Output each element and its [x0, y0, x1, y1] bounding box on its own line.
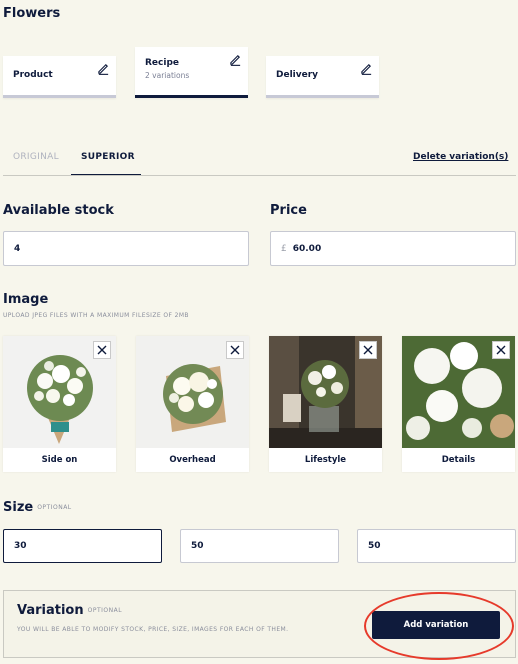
stock-value: 4 [14, 243, 21, 254]
stock-input[interactable]: 4 [3, 231, 249, 266]
remove-image-button[interactable] [359, 341, 377, 359]
close-icon [97, 345, 107, 355]
image-card: Details [402, 336, 515, 472]
size-label-text: Size [3, 500, 34, 515]
size-value: 50 [368, 541, 381, 551]
pencil-icon[interactable] [97, 62, 110, 75]
stock-label: Available stock [3, 203, 114, 218]
pencil-icon[interactable] [229, 53, 242, 66]
size-value: 30 [14, 541, 27, 551]
optional-tag: OPTIONAL [87, 607, 123, 614]
price-value: 60.00 [292, 243, 322, 254]
image-card: Overhead [136, 336, 249, 472]
image-card: Side on [3, 336, 116, 472]
image-caption: Lifestyle [304, 455, 347, 465]
image-caption: Details [441, 455, 476, 465]
size-input[interactable]: 50 [357, 529, 516, 563]
remove-image-button[interactable] [492, 341, 510, 359]
tab-superior[interactable]: SUPERIOR [81, 152, 135, 162]
step-delivery[interactable]: Delivery [266, 56, 379, 98]
currency-symbol: £ [281, 243, 287, 254]
image-help-text: UPLOAD JPEG FILES WITH A MAXIMUM FILESIZ… [3, 312, 189, 319]
tab-original[interactable]: ORIGINAL [13, 152, 59, 162]
variation-help-text: YOU WILL BE ABLE TO MODIFY STOCK, PRICE,… [17, 626, 289, 633]
tabs-divider [3, 175, 516, 176]
variation-label: Variation OPTIONAL [17, 603, 122, 618]
image-caption: Side on [41, 455, 78, 465]
page-title: Flowers [3, 6, 61, 21]
optional-tag: OPTIONAL [37, 504, 72, 511]
close-icon [230, 345, 240, 355]
image-label: Image [3, 292, 49, 307]
delete-variations-link[interactable]: Delete variation(s) [413, 152, 508, 162]
price-input[interactable]: £ 60.00 [270, 231, 516, 266]
pencil-icon[interactable] [360, 62, 373, 75]
remove-image-button[interactable] [226, 341, 244, 359]
step-product[interactable]: Product [3, 56, 116, 98]
step-sublabel: 2 variations [145, 71, 190, 80]
remove-image-button[interactable] [93, 341, 111, 359]
size-input[interactable]: 50 [180, 529, 339, 563]
size-input[interactable]: 30 [3, 529, 162, 563]
size-value: 50 [191, 541, 204, 551]
step-label: Recipe [145, 58, 180, 68]
step-label: Product [13, 70, 53, 80]
image-caption: Overhead [169, 455, 216, 465]
close-icon [496, 345, 506, 355]
step-label: Delivery [276, 70, 319, 80]
variation-label-text: Variation [17, 603, 84, 618]
price-label: Price [270, 203, 307, 218]
close-icon [363, 345, 373, 355]
image-card: Lifestyle [269, 336, 382, 472]
step-recipe[interactable]: Recipe 2 variations [135, 47, 248, 98]
size-label: Size OPTIONAL [3, 500, 72, 515]
highlight-annotation [364, 592, 514, 660]
